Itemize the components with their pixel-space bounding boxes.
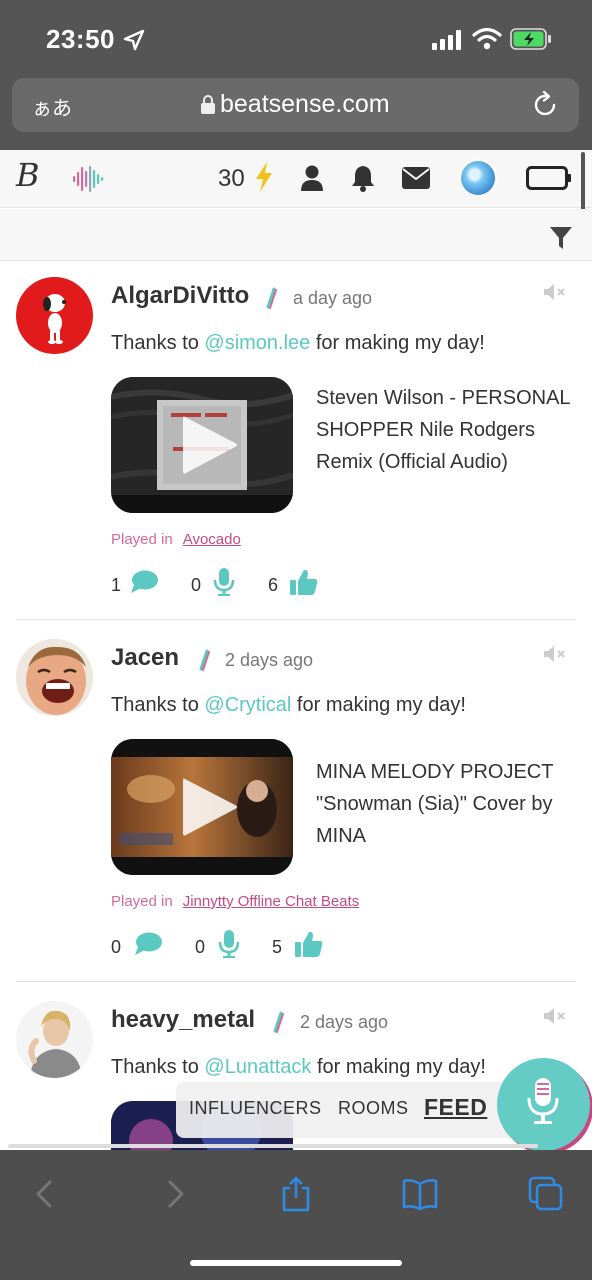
mention-link[interactable]: @simon.lee (204, 332, 310, 354)
video-thumbnail[interactable] (111, 377, 293, 513)
thumbs-up-icon[interactable] (295, 931, 323, 957)
share-icon[interactable] (278, 1176, 314, 1212)
nav-influencers-tab[interactable]: INFLUENCERS (189, 1098, 322, 1119)
like-count: 6 (268, 575, 279, 595)
played-in-line: Played in Avocado (111, 531, 241, 548)
post-divider (16, 981, 576, 982)
comment-count: 0 (111, 937, 122, 957)
reader-settings-button[interactable]: ぁあ (32, 92, 72, 121)
avatar[interactable] (16, 1001, 93, 1078)
video-title[interactable]: Steven Wilson - PERSONAL SHOPPER Nile Ro… (316, 382, 576, 478)
played-in-line: Played in Jinnytty Offline Chat Beats (111, 893, 360, 910)
forward-chevron-icon[interactable] (156, 1176, 192, 1212)
mention-link[interactable]: @Crytical (204, 694, 291, 716)
post-message: Thanks to @Crytical for making my day! (111, 694, 466, 716)
slash-divider-icon (199, 649, 210, 671)
app-header: B 30 (0, 150, 592, 208)
snoopy-avatar-icon (43, 294, 66, 344)
microphone-icon (527, 1078, 559, 1124)
comment-bubble-icon[interactable] (130, 570, 158, 594)
avatar[interactable] (16, 639, 93, 716)
soundwave-icon[interactable] (72, 164, 104, 194)
feed-post: AlgarDiVitto a day ago Thanks to @simon.… (0, 262, 592, 620)
filter-funnel-icon[interactable] (550, 227, 572, 249)
cellular-signal-icon (432, 30, 461, 50)
browser-address-area: ぁあ beatsense.com (0, 78, 592, 150)
bookmarks-book-icon[interactable] (402, 1176, 438, 1212)
user-avatar[interactable] (459, 159, 497, 197)
horizontal-scrollbar[interactable] (8, 1144, 538, 1148)
url-text[interactable]: beatsense.com (220, 90, 390, 119)
back-chevron-icon[interactable] (28, 1176, 64, 1212)
post-time: a day ago (293, 288, 373, 308)
feed-post: Jacen 2 days ago Thanks to @Crytical for… (0, 624, 592, 982)
location-arrow-icon (123, 29, 145, 51)
filter-bar (0, 209, 592, 261)
mention-link[interactable]: @Lunattack (204, 1056, 311, 1078)
post-message: Thanks to @Lunattack for making my day! (111, 1056, 486, 1078)
microphone-icon[interactable] (218, 930, 240, 958)
room-link[interactable]: Avocado (183, 531, 241, 548)
status-time: 23:50 (46, 24, 115, 54)
play-icon[interactable] (179, 413, 239, 477)
video-thumbnail[interactable] (111, 739, 293, 875)
mute-speaker-icon[interactable] (543, 645, 567, 663)
reload-icon[interactable] (530, 90, 560, 120)
nav-feed-tab[interactable]: FEED (424, 1094, 487, 1121)
battery-charging-icon (510, 28, 551, 50)
battery-mode-icon[interactable] (526, 166, 572, 190)
comment-bubble-icon[interactable] (134, 932, 162, 956)
post-message: Thanks to @simon.lee for making my day! (111, 332, 485, 354)
mic-count: 0 (195, 937, 206, 957)
like-count: 5 (272, 937, 283, 957)
home-indicator (190, 1260, 402, 1266)
mute-speaker-icon[interactable] (543, 283, 567, 301)
browser-toolbar (0, 1144, 592, 1280)
post-time: 2 days ago (300, 1012, 389, 1032)
post-username[interactable]: Jacen (111, 644, 179, 672)
slash-divider-icon (273, 1011, 284, 1033)
beatsense-logo[interactable]: B (16, 156, 40, 194)
slash-divider-icon (266, 287, 277, 309)
microphone-icon[interactable] (213, 568, 235, 596)
post-username[interactable]: AlgarDiVitto (111, 282, 249, 310)
points-count: 30 (218, 165, 245, 192)
post-divider (16, 619, 576, 620)
laughing-face-avatar-icon (16, 639, 93, 716)
avatar[interactable] (16, 277, 93, 354)
tabs-icon[interactable] (528, 1176, 564, 1212)
play-icon[interactable] (179, 775, 239, 839)
feed: AlgarDiVitto a day ago Thanks to @simon.… (0, 262, 592, 1162)
lock-icon (201, 95, 215, 114)
mute-speaker-icon[interactable] (543, 1007, 567, 1025)
address-bar[interactable]: ぁあ beatsense.com (12, 78, 579, 132)
status-bar: 23:50 (0, 0, 592, 78)
mic-count: 0 (191, 575, 202, 595)
thumbs-up-icon[interactable] (290, 569, 318, 595)
profile-icon[interactable] (300, 164, 324, 192)
post-time: 2 days ago (225, 650, 314, 670)
notifications-bell-icon[interactable] (350, 164, 376, 192)
post-username[interactable]: heavy_metal (111, 1006, 255, 1034)
nav-rooms-tab[interactable]: ROOMS (338, 1098, 409, 1119)
record-mic-button[interactable] (497, 1058, 590, 1151)
video-title[interactable]: MINA MELODY PROJECT "Snowman (Sia)" Cove… (316, 756, 576, 852)
comment-count: 1 (111, 575, 122, 595)
wifi-icon (472, 27, 502, 50)
person-photo-avatar-icon (16, 1001, 93, 1078)
room-link[interactable]: Jinnytty Offline Chat Beats (183, 893, 359, 910)
messages-envelope-icon[interactable] (402, 167, 430, 189)
lightning-bolt-icon (256, 162, 272, 192)
